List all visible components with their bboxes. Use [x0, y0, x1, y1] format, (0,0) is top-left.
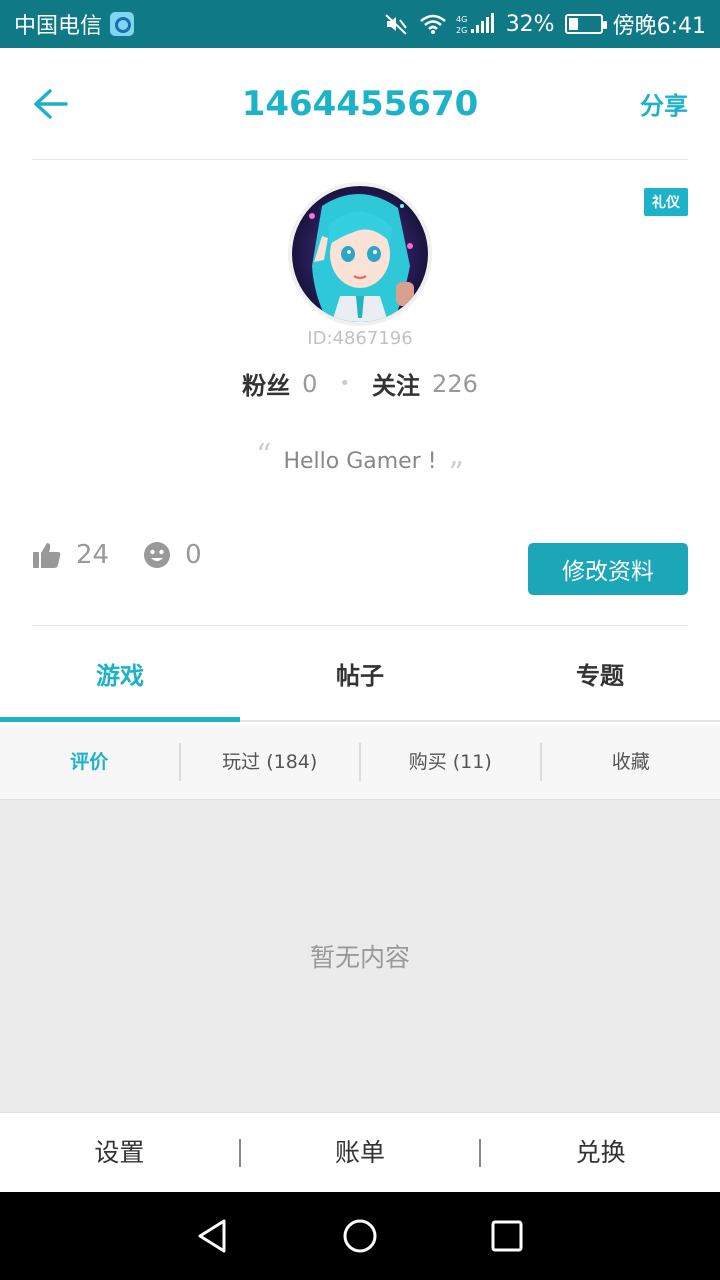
battery-icon: [564, 14, 607, 34]
square-recents-icon: [491, 1220, 523, 1252]
thumbs-up-icon: [33, 543, 61, 568]
app-header: 1464455670 分享: [32, 48, 688, 160]
subtab-purchased[interactable]: 购买 (11): [361, 742, 542, 781]
signature: “ Hello Gamer ! ”: [0, 438, 720, 491]
smiles-stat[interactable]: 0: [143, 540, 202, 570]
bottom-menu: 设置 账单 兑换: [0, 1112, 720, 1192]
svg-text:2G: 2G: [456, 26, 467, 35]
clock: 傍晚6:41: [612, 14, 706, 39]
tab-topics[interactable]: 专题: [480, 626, 720, 720]
nav-home-button[interactable]: [330, 1206, 390, 1266]
tab-posts[interactable]: 帖子: [240, 626, 480, 720]
circle-home-icon: [343, 1219, 377, 1253]
etiquette-badge[interactable]: 礼仪: [644, 188, 688, 216]
status-right: 4G 2G 32% 傍晚6:41: [384, 8, 706, 40]
share-button[interactable]: 分享: [640, 86, 688, 121]
likes-stat[interactable]: 24: [32, 540, 109, 570]
wifi-icon: [419, 13, 446, 35]
redeem-button[interactable]: 兑换: [481, 1138, 720, 1167]
arrow-left-icon: [34, 88, 68, 119]
reaction-stats: 24 0: [32, 540, 236, 570]
smile-face-icon: [144, 542, 171, 568]
separator-dot: •: [339, 373, 351, 394]
bill-button[interactable]: 账单: [241, 1138, 482, 1167]
fans-count[interactable]: 0: [302, 370, 317, 398]
svg-text:4G: 4G: [456, 15, 467, 24]
system-nav-bar: [0, 1192, 720, 1280]
content-area: 暂无内容: [0, 800, 720, 1112]
battery-percent: 32%: [505, 11, 555, 37]
signature-text: Hello Gamer !: [283, 449, 437, 474]
nav-back-button[interactable]: [183, 1206, 243, 1266]
carrier-app-icon: [110, 12, 135, 36]
triangle-back-icon: [198, 1219, 226, 1253]
open-quote-icon: “: [256, 438, 272, 473]
tab-games[interactable]: 游戏: [0, 626, 240, 722]
main-tabs: 游戏 帖子 专题: [0, 626, 720, 722]
profile-section: 礼仪 ID:4867196 粉丝 0 • 关注 226 “ Hello Game…: [0, 160, 720, 626]
likes-count: 24: [76, 540, 110, 570]
smiles-count: 0: [185, 540, 202, 570]
avatar-image: [292, 186, 428, 322]
subtab-reviews[interactable]: 评价: [0, 742, 181, 781]
page-title: 1464455670: [241, 83, 479, 124]
subtab-favorites[interactable]: 收藏: [542, 743, 720, 781]
battery-fill: [568, 18, 579, 30]
empty-state-text: 暂无内容: [309, 943, 410, 972]
edit-profile-button[interactable]: 修改资料: [528, 543, 688, 595]
following-label[interactable]: 关注: [372, 366, 420, 401]
fans-label[interactable]: 粉丝: [242, 366, 290, 401]
status-bar: 中国电信 4G 2G 32% 傍晚6:41: [0, 0, 720, 48]
subtab-played[interactable]: 玩过 (184): [181, 742, 361, 781]
avatar[interactable]: [288, 182, 432, 326]
mute-icon: [384, 12, 410, 36]
follow-stats: 粉丝 0 • 关注 226: [0, 366, 720, 401]
status-left: 中国电信: [14, 8, 135, 40]
back-button[interactable]: [32, 80, 80, 128]
close-quote-icon: ”: [448, 456, 464, 491]
following-count[interactable]: 226: [432, 370, 478, 398]
nav-recents-button[interactable]: [477, 1206, 537, 1266]
user-id: ID:4867196: [307, 328, 413, 349]
cellular-signal-icon: 4G 2G: [456, 13, 496, 35]
carrier-name: 中国电信: [14, 14, 103, 39]
settings-button[interactable]: 设置: [0, 1138, 241, 1167]
sub-tabs: 评价 玩过 (184) 购买 (11) 收藏: [0, 724, 720, 800]
